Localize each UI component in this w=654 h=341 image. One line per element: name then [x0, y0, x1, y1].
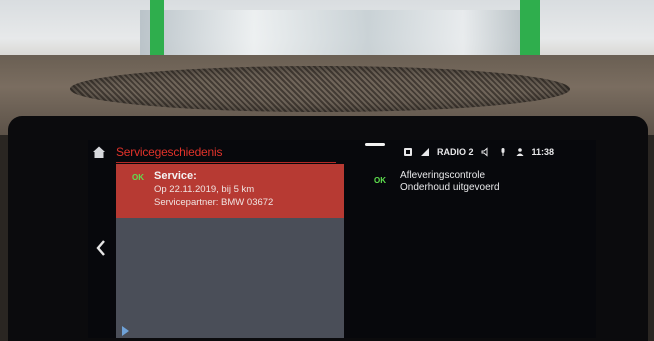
item-title: Service:: [154, 170, 197, 182]
status-badge: OK: [374, 176, 386, 185]
detail-title: Afleveringscontrole: [400, 170, 486, 181]
showroom-window: [140, 10, 520, 56]
speaker-grille: [70, 66, 570, 112]
title-underline: [116, 162, 336, 163]
microphone-icon: [498, 147, 508, 157]
page-title: Servicegeschiedenis: [116, 145, 223, 159]
speaker-icon: [481, 147, 491, 157]
scroll-indicator: [122, 326, 129, 336]
detail-subtitle: Onderhoud uitgevoerd: [400, 182, 500, 193]
clock: 11:38: [531, 147, 555, 157]
back-button[interactable]: [94, 238, 108, 258]
home-icon[interactable]: [92, 145, 106, 159]
radio-station: RADIO 2: [437, 147, 474, 157]
status-bar: RADIO 2 11:38: [403, 144, 554, 160]
infotainment-screen: Servicegeschiedenis RADIO 2 11:38 OK Ser…: [88, 140, 596, 338]
list-item[interactable]: OK Service: Op 22.11.2019, bij 5 km Serv…: [116, 164, 344, 218]
chevron-left-icon: [96, 240, 105, 256]
top-handle: [365, 143, 385, 146]
phone-icon: [403, 147, 413, 157]
status-badge: OK: [132, 173, 144, 182]
service-history-list: OK Service: Op 22.11.2019, bij 5 km Serv…: [116, 164, 344, 338]
signal-icon: [420, 147, 430, 157]
person-icon: [515, 147, 525, 157]
item-partner: Servicepartner: BMW 03672: [154, 197, 274, 208]
item-date: Op 22.11.2019, bij 5 km: [154, 184, 255, 195]
